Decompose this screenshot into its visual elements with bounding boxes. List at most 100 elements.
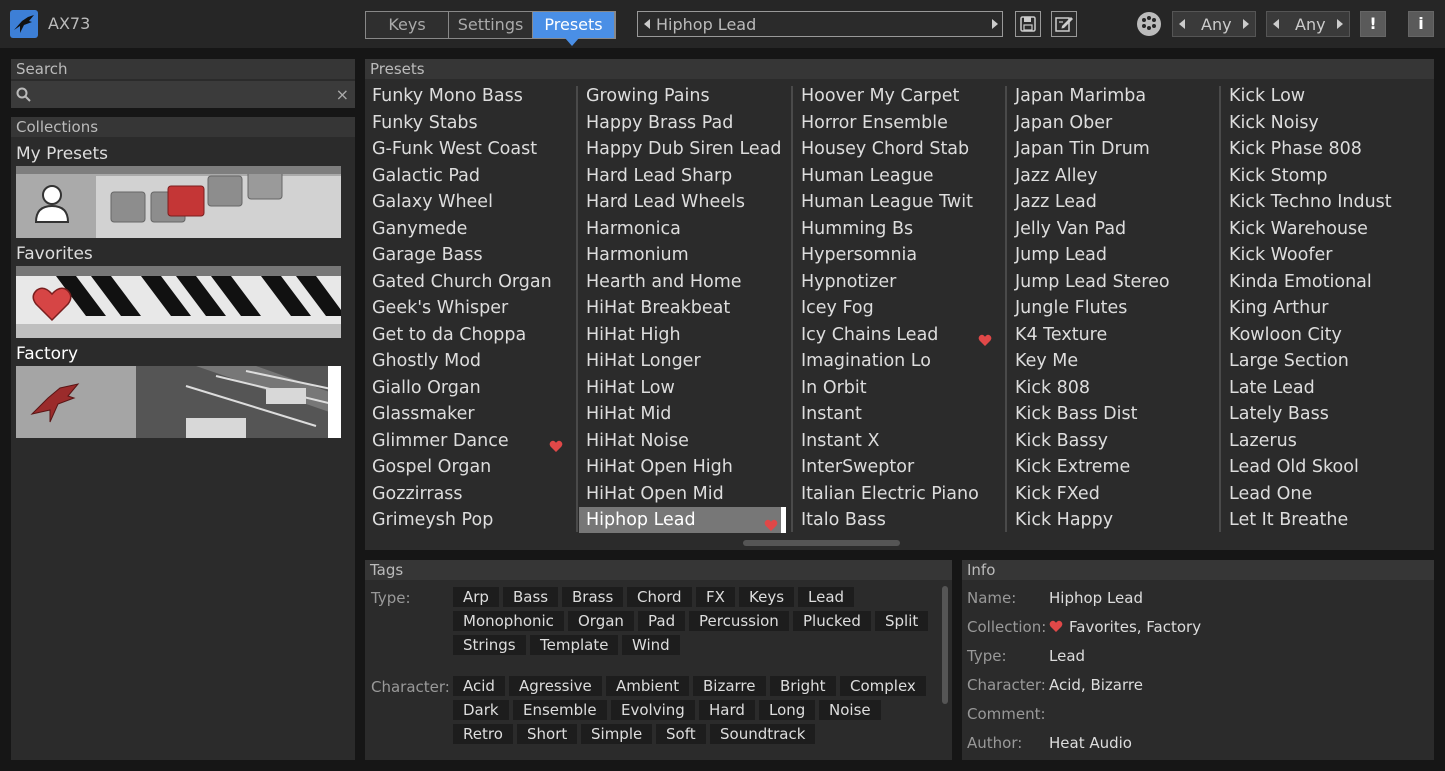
tag-chip[interactable]: Keys (739, 587, 795, 607)
preset-item[interactable]: Garage Bass (365, 242, 571, 268)
preset-item[interactable]: Kick Bassy (1008, 428, 1214, 454)
preset-item[interactable]: Grimeysh Pop (365, 507, 571, 533)
tag-chip[interactable]: Dark (453, 700, 509, 720)
tag-chip[interactable]: Percussion (689, 611, 789, 631)
tag-chip[interactable]: Template (530, 635, 619, 655)
tag-chip[interactable]: Bass (503, 587, 559, 607)
filter1-prev-icon[interactable] (1179, 19, 1185, 29)
preset-item[interactable]: Human League Twit (794, 189, 1000, 215)
preset-item[interactable]: Harmonica (579, 216, 786, 242)
preset-item[interactable]: Happy Brass Pad (579, 110, 786, 136)
preset-item[interactable]: Italo Bass (794, 507, 1000, 533)
preset-item[interactable]: Instant X (794, 428, 1000, 454)
preset-item[interactable]: Icey Fog (794, 295, 1000, 321)
tag-chip[interactable]: Soft (656, 724, 706, 744)
tag-chip[interactable]: Lead (798, 587, 855, 607)
preset-item[interactable]: Jazz Lead (1008, 189, 1214, 215)
preset-item[interactable]: Imagination Lo (794, 348, 1000, 374)
preset-item[interactable]: Human League (794, 163, 1000, 189)
preset-item[interactable]: Kick Bass Dist (1008, 401, 1214, 427)
presets-horizontal-scrollbar[interactable] (743, 540, 900, 546)
preset-item[interactable]: Lead Old Skool (1222, 454, 1428, 480)
preset-item[interactable]: Ganymede (365, 216, 571, 242)
preset-item[interactable]: Lead One (1222, 481, 1428, 507)
tag-chip[interactable]: Ambient (606, 676, 690, 696)
filter1-next-icon[interactable] (1243, 19, 1249, 29)
preset-item[interactable]: Galactic Pad (365, 163, 571, 189)
info-button[interactable]: i (1408, 11, 1434, 37)
preset-item[interactable]: K4 Texture (1008, 322, 1214, 348)
tag-chip[interactable]: Plucked (793, 611, 871, 631)
tag-chip[interactable]: Evolving (611, 700, 695, 720)
preset-item[interactable]: Hard Lead Sharp (579, 163, 786, 189)
preset-item[interactable]: Hoover My Carpet (794, 83, 1000, 109)
preset-item[interactable]: Japan Ober (1008, 110, 1214, 136)
preset-item[interactable]: Kick Happy (1008, 507, 1214, 533)
collection-my-presets[interactable] (16, 166, 341, 238)
preset-item[interactable]: Jazz Alley (1008, 163, 1214, 189)
tag-chip[interactable]: Ensemble (513, 700, 607, 720)
preset-item[interactable]: Kick FXed (1008, 481, 1214, 507)
preset-item[interactable]: Funky Mono Bass (365, 83, 571, 109)
favorite-heart-icon[interactable] (764, 514, 778, 531)
preset-item[interactable]: HiHat Longer (579, 348, 786, 374)
preset-item[interactable]: Kick Extreme (1008, 454, 1214, 480)
save-button[interactable] (1015, 11, 1041, 37)
preset-item[interactable]: Geek's Whisper (365, 295, 571, 321)
preset-item[interactable]: King Arthur (1222, 295, 1428, 321)
preset-item[interactable]: Jump Lead (1008, 242, 1214, 268)
preset-item[interactable]: Kick Phase 808 (1222, 136, 1428, 162)
favorite-heart-icon[interactable] (549, 435, 563, 452)
preset-item[interactable]: Hearth and Home (579, 269, 786, 295)
preset-item[interactable]: HiHat Noise (579, 428, 786, 454)
tags-scrollbar[interactable] (942, 586, 948, 704)
preset-item[interactable]: Kinda Emotional (1222, 269, 1428, 295)
preset-item[interactable]: Italian Electric Piano (794, 481, 1000, 507)
preset-item[interactable]: Lately Bass (1222, 401, 1428, 427)
preset-item[interactable]: Get to da Choppa (365, 322, 571, 348)
preset-item[interactable]: InterSweptor (794, 454, 1000, 480)
tag-chip[interactable]: Wind (622, 635, 680, 655)
preset-item[interactable]: Let It Breathe (1222, 507, 1428, 533)
preset-item[interactable]: Hypersomnia (794, 242, 1000, 268)
tag-chip[interactable]: Agressive (509, 676, 602, 696)
tag-chip[interactable]: Split (875, 611, 929, 631)
tag-chip[interactable]: Acid (453, 676, 505, 696)
preset-item[interactable]: Japan Tin Drum (1008, 136, 1214, 162)
tag-chip[interactable]: Bizarre (693, 676, 766, 696)
preset-selector[interactable]: Hiphop Lead (637, 11, 1003, 37)
tag-chip[interactable]: Retro (453, 724, 513, 744)
preset-item[interactable]: Jump Lead Stereo (1008, 269, 1214, 295)
tag-chip[interactable]: Brass (562, 587, 624, 607)
preset-item[interactable]: Galaxy Wheel (365, 189, 571, 215)
collection-factory[interactable] (16, 366, 341, 438)
preset-item[interactable]: Giallo Organ (365, 375, 571, 401)
preset-item[interactable]: Gozzirrass (365, 481, 571, 507)
preset-item[interactable]: Horror Ensemble (794, 110, 1000, 136)
next-preset-icon[interactable] (992, 19, 998, 29)
preset-item[interactable]: In Orbit (794, 375, 1000, 401)
alert-button[interactable]: ! (1360, 11, 1386, 37)
preset-item[interactable]: HiHat Open High (579, 454, 786, 480)
tag-chip[interactable]: Organ (568, 611, 634, 631)
filter2-next-icon[interactable] (1337, 19, 1343, 29)
preset-item[interactable]: Kick Low (1222, 83, 1428, 109)
preset-item[interactable]: Jelly Van Pad (1008, 216, 1214, 242)
preset-item[interactable]: Late Lead (1222, 375, 1428, 401)
tab-keys[interactable]: Keys (366, 12, 449, 38)
preset-item[interactable]: Hypnotizer (794, 269, 1000, 295)
preset-item[interactable]: Kick Noisy (1222, 110, 1428, 136)
favorite-heart-icon[interactable] (978, 329, 992, 346)
preset-item[interactable]: Kick Techno Indust (1222, 189, 1428, 215)
tag-chip[interactable]: Soundtrack (710, 724, 816, 744)
edit-button[interactable] (1051, 11, 1077, 37)
tag-chip[interactable]: Long (759, 700, 816, 720)
preset-item[interactable]: Gospel Organ (365, 454, 571, 480)
prev-preset-icon[interactable] (644, 19, 650, 29)
preset-item[interactable]: Ghostly Mod (365, 348, 571, 374)
preset-item[interactable]: Key Me (1008, 348, 1214, 374)
preset-item[interactable]: HiHat High (579, 322, 786, 348)
preset-item[interactable]: Large Section (1222, 348, 1428, 374)
preset-item[interactable]: Growing Pains (579, 83, 786, 109)
preset-item[interactable]: G-Funk West Coast (365, 136, 571, 162)
